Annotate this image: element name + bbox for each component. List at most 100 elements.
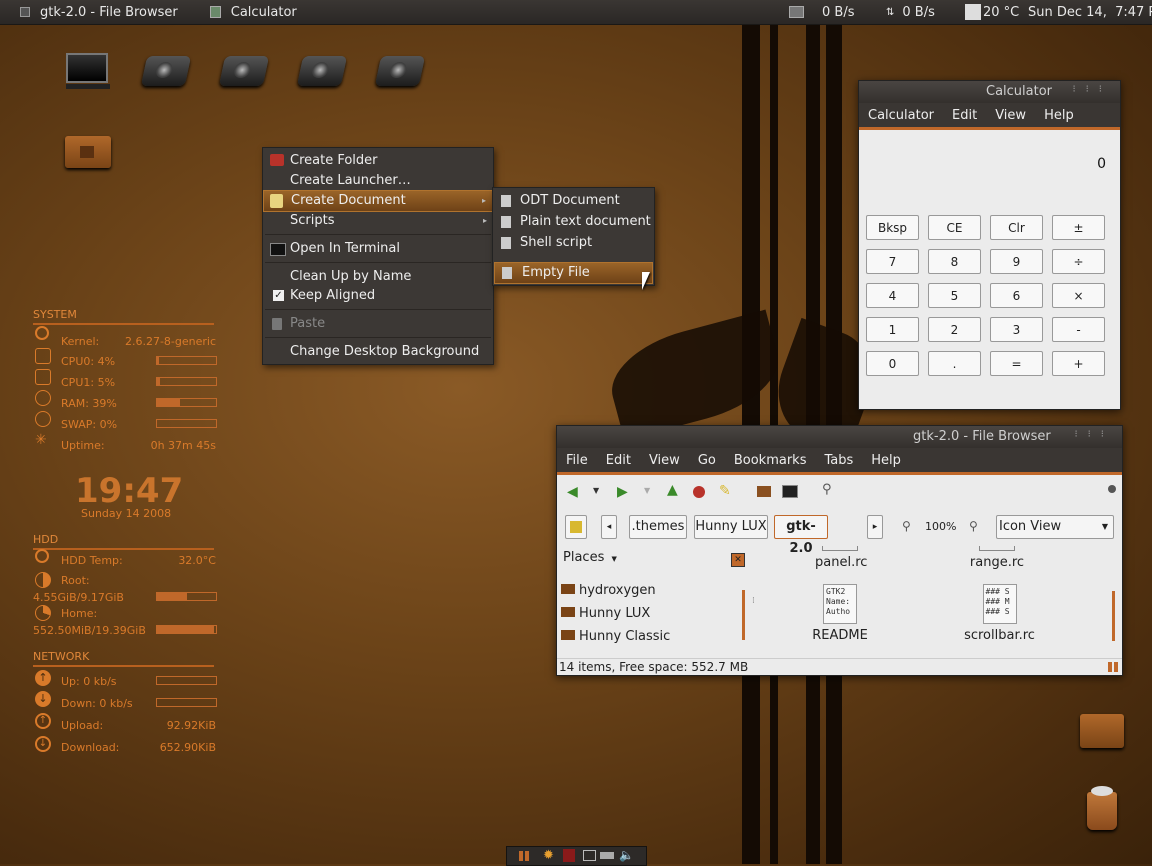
calc-key[interactable]: 2 [928, 317, 981, 342]
folder-desktop-icon[interactable] [1080, 714, 1124, 748]
path-scroll-left-button[interactable]: ◂ [601, 515, 617, 539]
back-dropdown-icon[interactable]: ▼ [593, 486, 599, 495]
calc-key[interactable]: 9 [990, 249, 1043, 274]
window-controls[interactable]: ⁝⁝⁝ [1074, 429, 1114, 440]
pane-splitter[interactable]: ⁞ [752, 596, 755, 606]
calc-key[interactable]: 4 [866, 283, 919, 308]
search-icon[interactable]: ⚲ [822, 482, 832, 497]
submenu-item-empty-file[interactable]: Empty File [494, 262, 653, 284]
menu-go[interactable]: Go [698, 453, 716, 468]
menu-item-keep-aligned[interactable]: ✓ Keep Aligned [263, 286, 493, 306]
calc-key[interactable]: ÷ [1052, 249, 1105, 274]
path-button-themes[interactable]: .themes [629, 515, 687, 539]
menu-edit[interactable]: Edit [606, 453, 631, 468]
calc-key[interactable]: = [990, 351, 1043, 376]
home-folder-icon[interactable] [757, 486, 771, 497]
speaker-icon[interactable]: 🔈 [619, 848, 634, 862]
windows-grid-icon[interactable] [519, 851, 529, 861]
clock[interactable]: Sun Dec 14, 7:47 PM [1028, 0, 1152, 24]
calc-key[interactable]: 3 [990, 317, 1043, 342]
drive-icon[interactable] [374, 56, 426, 86]
sidebar-scrollbar[interactable] [742, 590, 745, 640]
calc-key[interactable]: ± [1052, 215, 1105, 240]
computer-icon[interactable] [782, 485, 798, 498]
temperature-indicator[interactable]: 20 °C [965, 0, 1019, 24]
calc-key[interactable]: 7 [866, 249, 919, 274]
home-folder-icon[interactable] [65, 136, 111, 168]
drive-icon[interactable] [218, 56, 270, 86]
calc-key[interactable]: 0 [866, 351, 919, 376]
calc-key[interactable]: . [928, 351, 981, 376]
drive-icon[interactable] [140, 56, 192, 86]
stop-icon[interactable] [693, 486, 705, 498]
calc-key[interactable]: 5 [928, 283, 981, 308]
menu-item-create-launcher[interactable]: Create Launcher… [263, 171, 493, 191]
zoom-level[interactable]: 100% [925, 520, 956, 533]
zoom-out-icon[interactable]: ⚲ [902, 519, 911, 533]
resize-grip-icon[interactable] [1108, 662, 1118, 672]
submenu-item-shell-script[interactable]: Shell script [493, 233, 654, 253]
calculator-titlebar[interactable]: Calculator ⁝⁝⁝ [859, 81, 1120, 103]
calc-key[interactable]: + [1052, 351, 1105, 376]
forward-arrow-icon[interactable]: ▶ [617, 484, 628, 500]
file-item-panel-rc[interactable]: panel.rc [815, 546, 867, 570]
calc-key[interactable]: 8 [928, 249, 981, 274]
menu-view[interactable]: View [649, 453, 680, 468]
calc-key[interactable]: 1 [866, 317, 919, 342]
reload-icon[interactable]: ✎ [719, 483, 731, 499]
taskbar-item-file-browser[interactable]: gtk-2.0 - File Browser [0, 0, 188, 24]
calc-key[interactable]: - [1052, 317, 1105, 342]
menu-bookmarks[interactable]: Bookmarks [734, 453, 807, 468]
path-button-gtk[interactable]: gtk-2.0 [774, 515, 828, 556]
window-controls[interactable]: ⁝⁝⁝ [1072, 84, 1112, 95]
net-up-indicator[interactable]: ⇅ 0 B/s [886, 0, 935, 24]
file-browser-titlebar[interactable]: gtk-2.0 - File Browser ⁝⁝⁝ [557, 426, 1122, 448]
window-list-icon[interactable] [583, 850, 596, 861]
red-app-icon[interactable] [563, 849, 575, 862]
menu-item-change-background[interactable]: Change Desktop Background [263, 342, 493, 362]
path-scroll-right-button[interactable]: ▸ [867, 515, 883, 539]
calc-key[interactable]: CE [928, 215, 981, 240]
location-toggle-button[interactable] [565, 515, 587, 539]
forward-dropdown-icon[interactable]: ▼ [644, 486, 650, 495]
calc-key[interactable]: × [1052, 283, 1105, 308]
menu-help[interactable]: Help [871, 453, 901, 468]
menu-tabs[interactable]: Tabs [824, 453, 853, 468]
menu-item-open-terminal[interactable]: Open In Terminal [263, 239, 493, 259]
sidebar-item-hunny-lux[interactable]: Hunny LUX [561, 606, 650, 621]
calc-key[interactable]: 6 [990, 283, 1043, 308]
menu-item-create-folder[interactable]: Create Folder [263, 151, 493, 171]
calc-key[interactable]: Bksp [866, 215, 919, 240]
back-arrow-icon[interactable]: ◀ [567, 484, 578, 500]
submenu-item-odt[interactable]: ODT Document [493, 191, 654, 211]
file-item-readme[interactable]: GTK2 Name: Autho README [810, 584, 870, 643]
keyboard-icon[interactable] [600, 852, 614, 859]
submenu-item-plain-text[interactable]: Plain text document [493, 212, 654, 232]
up-arrow-icon[interactable]: ▲ [667, 482, 678, 498]
menu-file[interactable]: File [566, 453, 588, 468]
menu-item-paste[interactable]: Paste [263, 314, 493, 334]
sun-icon[interactable]: ✹ [543, 848, 554, 863]
menu-calculator[interactable]: Calculator [868, 108, 934, 123]
close-sidebar-icon[interactable]: ✕ [731, 553, 745, 567]
file-item-range-rc[interactable]: range.rc [962, 546, 1032, 570]
taskbar-item-calculator[interactable]: Calculator [188, 0, 307, 24]
sidebar-item-hunny-classic[interactable]: Hunny Classic [561, 629, 670, 644]
menu-view[interactable]: View [995, 108, 1026, 123]
file-item-scrollbar-rc[interactable]: ### S ### M ### S scrollbar.rc [957, 584, 1042, 643]
trash-icon[interactable] [1087, 786, 1117, 830]
menu-edit[interactable]: Edit [952, 108, 977, 123]
icon-view-scrollbar[interactable] [1112, 591, 1115, 641]
zoom-in-icon[interactable]: ⚲ [969, 519, 978, 533]
drive-icon[interactable] [296, 56, 348, 86]
calc-key[interactable]: Clr [990, 215, 1043, 240]
path-button-hunny-lux[interactable]: Hunny LUX [694, 515, 768, 539]
net-down-indicator[interactable]: 0 B/s [789, 0, 854, 24]
menu-item-scripts[interactable]: Scripts ▸ [263, 211, 493, 231]
view-mode-select[interactable]: Icon View ▼ [996, 515, 1114, 539]
menu-item-clean-up[interactable]: Clean Up by Name [263, 267, 493, 287]
menu-help[interactable]: Help [1044, 108, 1074, 123]
computer-desktop-icon[interactable] [66, 53, 110, 89]
menu-item-create-document[interactable]: Create Document ▸ [263, 190, 493, 212]
sidebar-item-hydroxygen[interactable]: hydroxygen [561, 583, 656, 598]
